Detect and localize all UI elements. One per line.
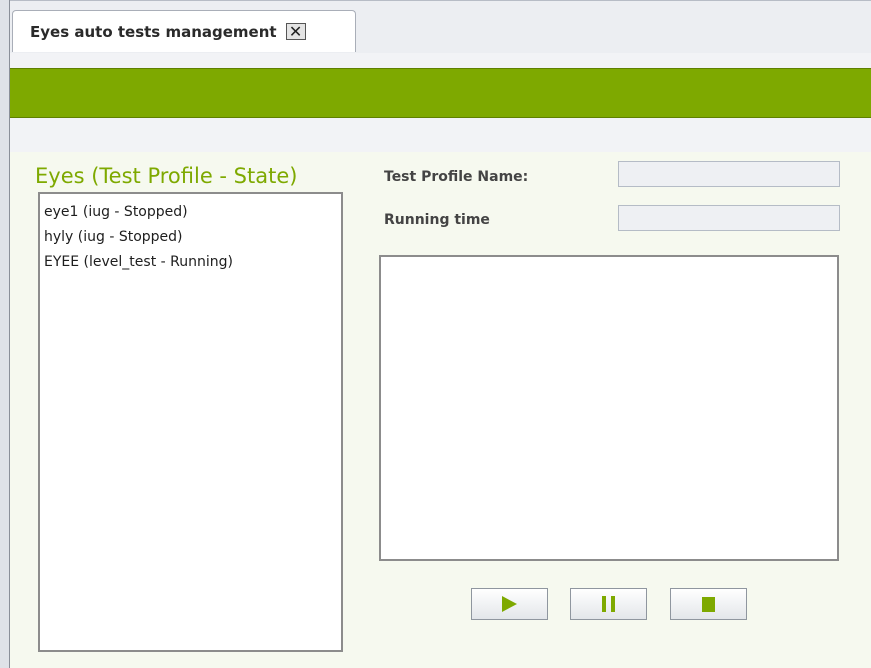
tab-bar: Eyes auto tests management ✕ [10, 0, 871, 53]
play-icon [502, 596, 517, 612]
profile-list-title: Eyes (Test Profile - State) [35, 164, 298, 188]
stop-button[interactable] [670, 588, 747, 620]
list-item[interactable]: eye1 (iug - Stopped) [44, 200, 339, 225]
list-item[interactable]: hyly (iug - Stopped) [44, 225, 339, 250]
profile-name-field [618, 161, 840, 187]
profile-list[interactable]: eye1 (iug - Stopped) hyly (iug - Stopped… [38, 192, 343, 652]
log-output-area[interactable] [379, 255, 839, 561]
close-tab-button[interactable]: ✕ [285, 21, 306, 41]
left-window-edge [0, 0, 10, 668]
content-panel: Eyes (Test Profile - State) eye1 (iug - … [10, 152, 871, 668]
stop-icon [702, 596, 715, 612]
close-icon: ✕ [288, 21, 303, 41]
header-banner [10, 68, 871, 118]
play-button[interactable] [471, 588, 548, 620]
pause-button[interactable] [570, 588, 647, 620]
tab-title: Eyes auto tests management [30, 22, 277, 41]
running-time-field [618, 205, 840, 231]
tab-eyes-auto-tests[interactable]: Eyes auto tests management ✕ [12, 10, 356, 52]
profile-name-label: Test Profile Name: [384, 169, 529, 185]
running-time-label: Running time [384, 212, 490, 228]
list-item[interactable]: EYEE (level_test - Running) [44, 250, 339, 275]
pause-icon [602, 596, 615, 612]
